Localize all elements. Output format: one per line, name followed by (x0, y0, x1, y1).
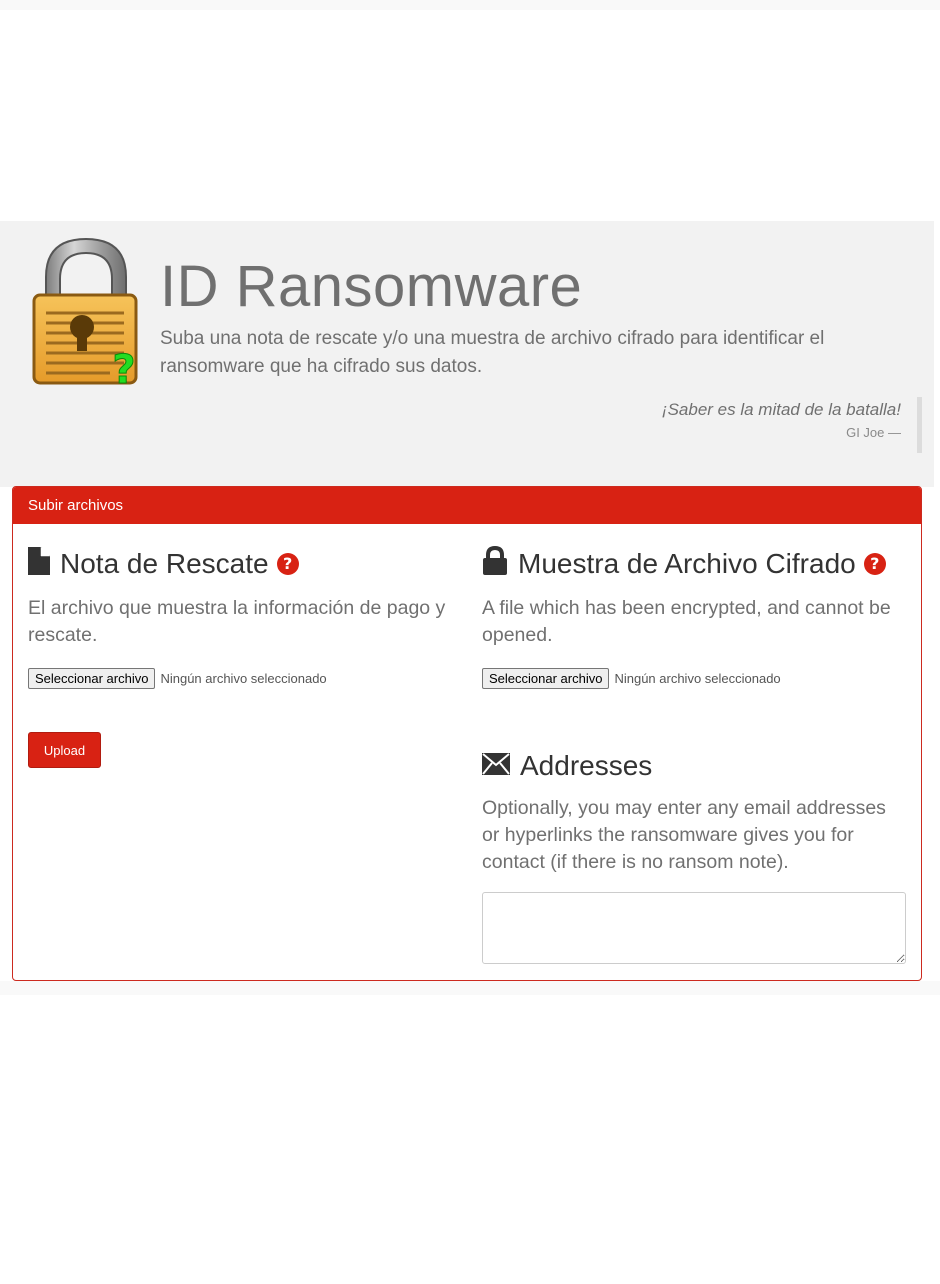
padlock-question-icon: ? (32, 237, 138, 389)
addresses-textarea[interactable] (482, 892, 906, 964)
encrypted-sample-title: Muestra de Archivo Cifrado ? (482, 545, 906, 583)
footer-strip (0, 981, 940, 995)
page-title: ID Ransomware (160, 254, 583, 319)
quote-author: GI Joe — (846, 425, 901, 440)
ransom-note-description: El archivo que muestra la información de… (28, 597, 446, 646)
encrypted-sample-description: A file which has been encrypted, and can… (482, 597, 891, 646)
encrypted-sample-section: Muestra de Archivo Cifrado ? A file whic… (482, 545, 906, 689)
addresses-title-text: Addresses (520, 750, 653, 781)
envelope-icon (482, 750, 510, 782)
encrypted-sample-file-button[interactable]: Seleccionar archivo (482, 667, 610, 689)
ransom-note-file-input[interactable]: Seleccionar archivo Ningún archivo selec… (28, 667, 452, 689)
page-subtitle: Suba una nota de rescate y/o una muestra… (160, 328, 825, 377)
panel-heading: Subir archivos (13, 487, 921, 524)
encrypted-sample-file-input[interactable]: Seleccionar archivo Ningún archivo selec… (482, 667, 906, 689)
hero-banner: ? ID Ransomware Suba una nota de rescate… (0, 221, 934, 487)
ransom-note-file-button[interactable]: Seleccionar archivo (28, 667, 156, 689)
top-strip (0, 0, 940, 10)
addresses-section: Addresses Optionally, you may enter any … (482, 749, 906, 969)
ransom-note-section: Nota de Rescate ? El archivo que muestra… (28, 546, 452, 689)
upload-button[interactable]: Upload (28, 732, 101, 768)
encrypted-sample-file-status: Ningún archivo seleccionado (614, 670, 781, 686)
file-icon (28, 546, 50, 582)
ransom-note-file-status: Ningún archivo seleccionado (160, 670, 327, 686)
ransom-note-title: Nota de Rescate ? (28, 546, 452, 582)
question-circle-icon[interactable]: ? (276, 553, 299, 575)
ransom-note-title-text: Nota de Rescate (60, 548, 269, 579)
addresses-description: Optionally, you may enter any email addr… (482, 797, 886, 873)
quote-text: ¡Saber es la mitad de la batalla! (661, 400, 901, 419)
quote-block: ¡Saber es la mitad de la batalla! GI Joe… (662, 397, 922, 453)
svg-text:?: ? (112, 347, 135, 389)
upload-panel: Subir archivos Nota de Rescate ? El arch… (12, 486, 922, 981)
lock-icon (482, 545, 508, 583)
addresses-title: Addresses (482, 749, 906, 783)
question-circle-icon[interactable]: ? (863, 553, 886, 575)
encrypted-sample-title-text: Muestra de Archivo Cifrado (518, 548, 856, 579)
